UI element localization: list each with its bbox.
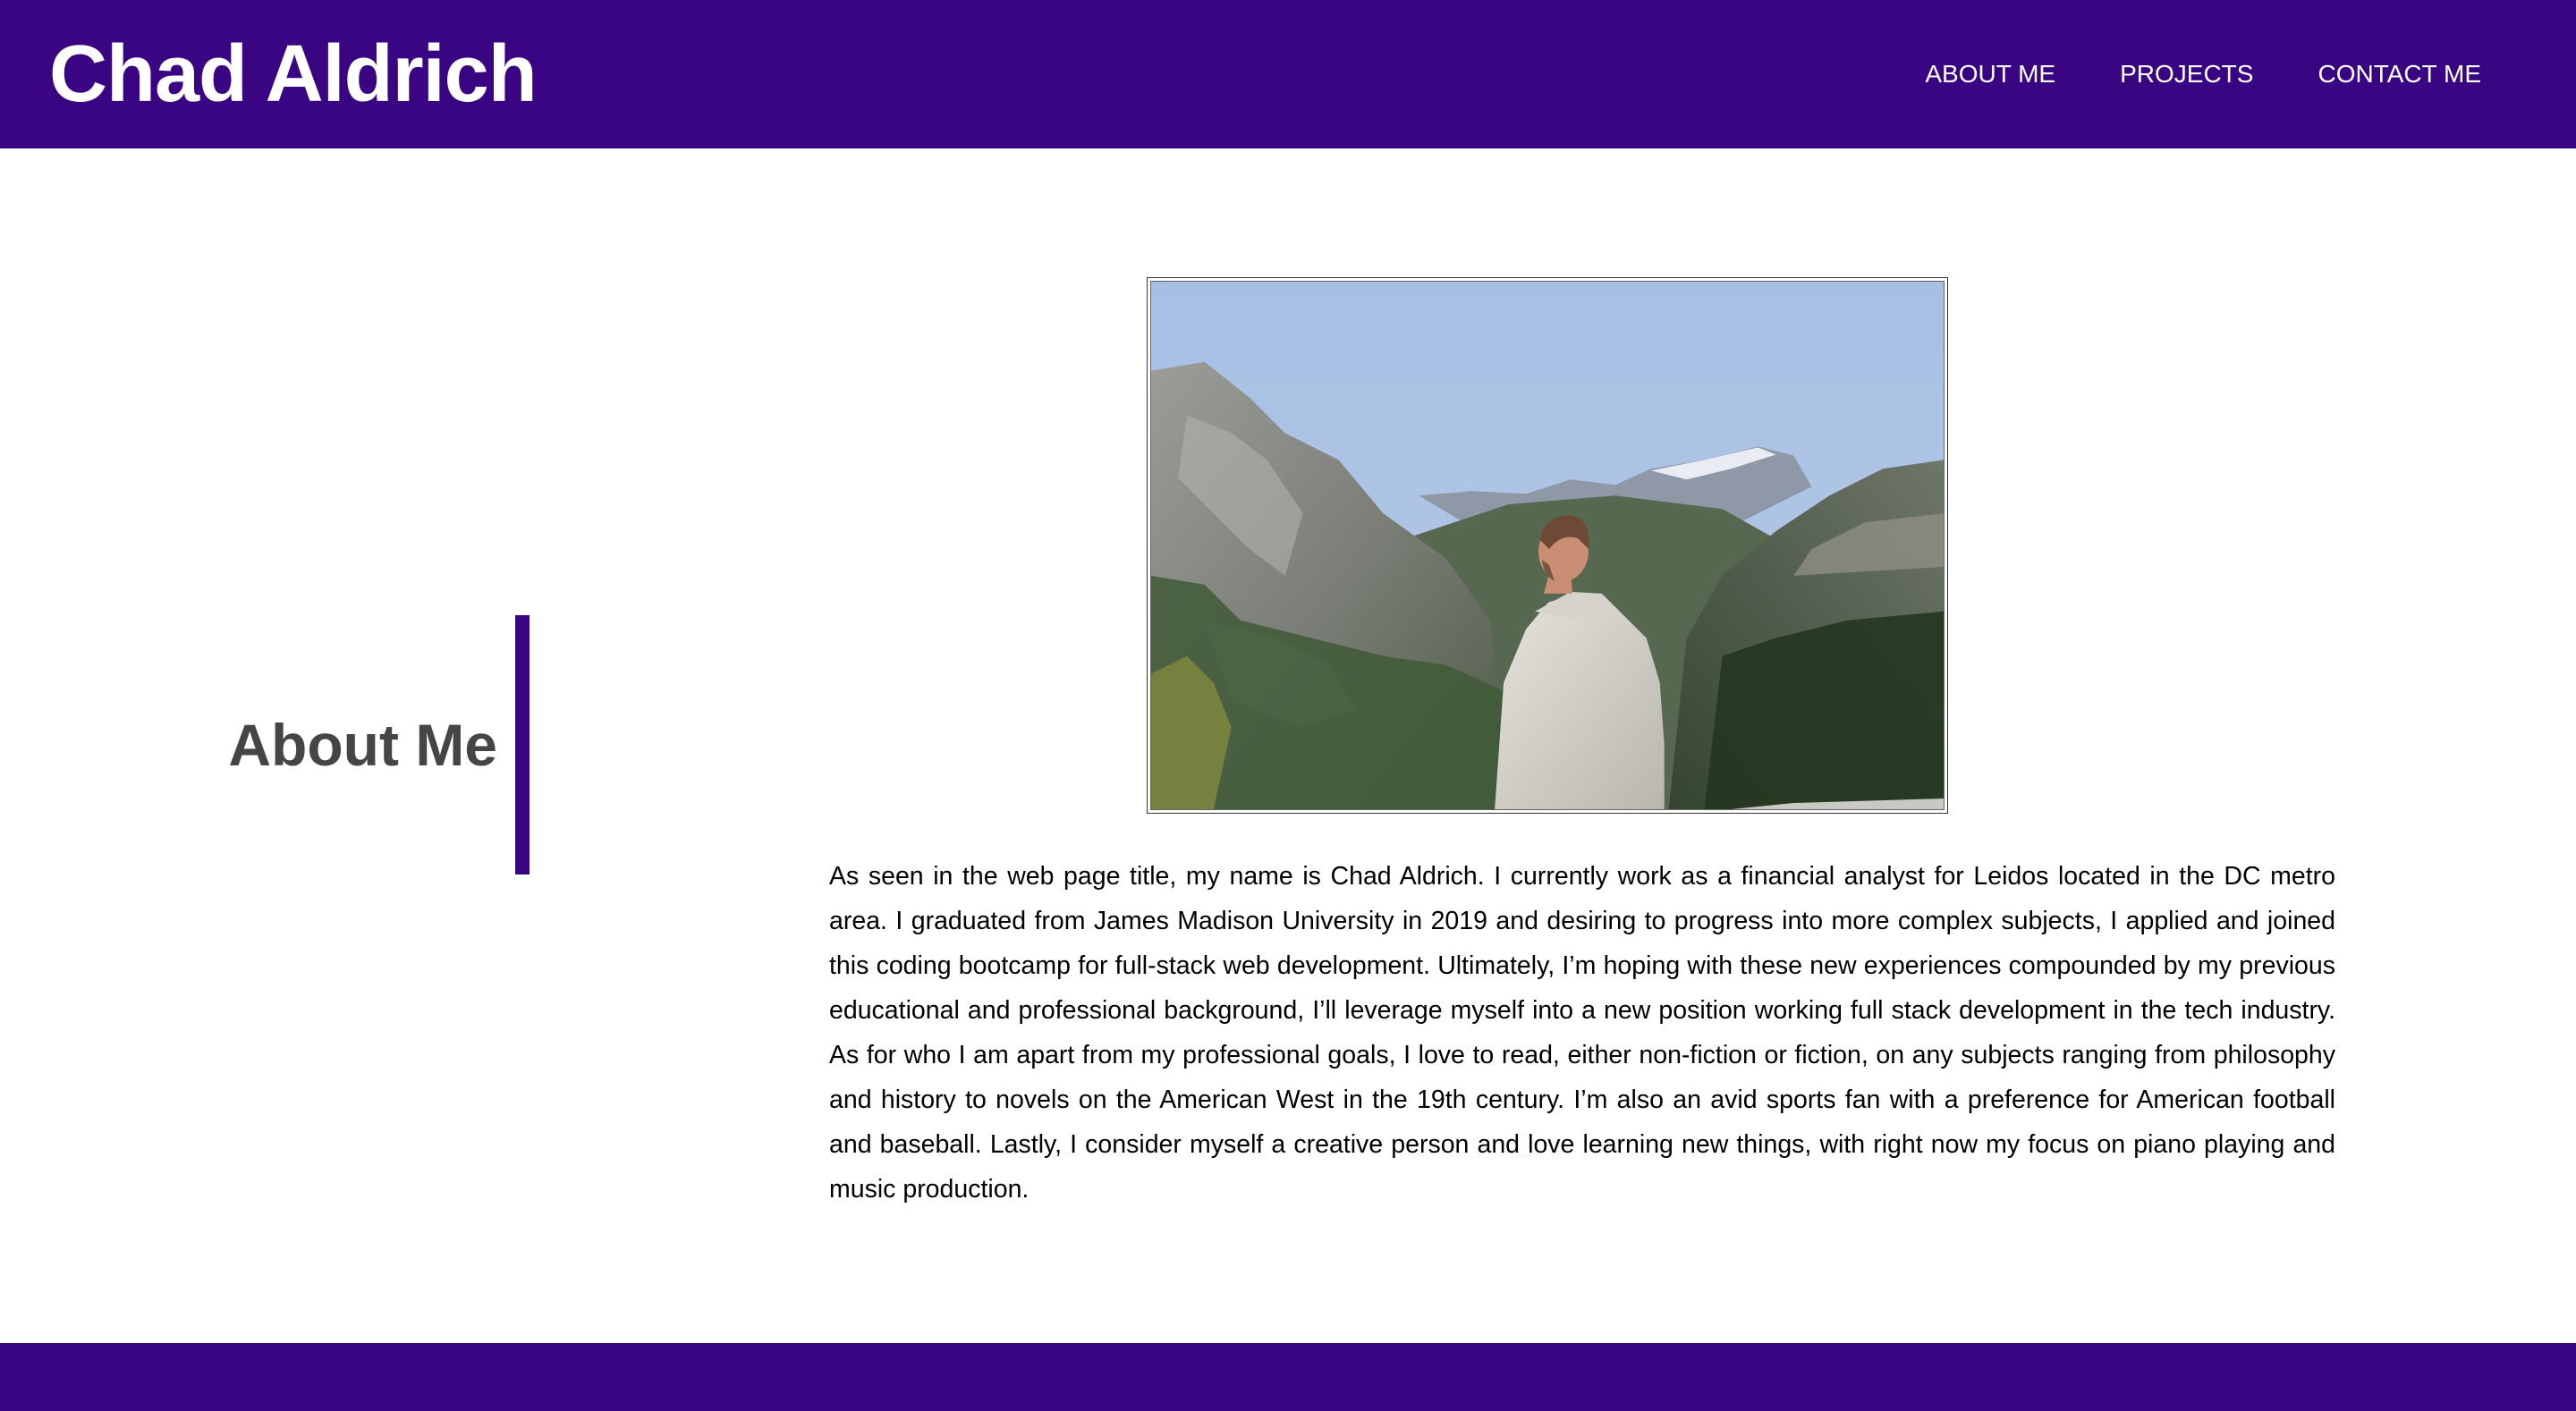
main-nav: ABOUT ME PROJECTS CONTACT ME	[1925, 0, 2481, 148]
nav-link-contact-me[interactable]: CONTACT ME	[2318, 60, 2481, 89]
nav-link-about-me[interactable]: ABOUT ME	[1925, 60, 2055, 89]
site-header: Chad Aldrich ABOUT ME PROJECTS CONTACT M…	[0, 0, 2576, 148]
site-title: Chad Aldrich	[49, 30, 538, 119]
profile-photo-frame	[1147, 277, 1948, 814]
nav-link-projects[interactable]: PROJECTS	[2120, 60, 2253, 89]
bio-paragraph: As seen in the web page title, my name i…	[829, 862, 2335, 1204]
site-footer	[0, 1343, 2576, 1411]
about-heading: About Me	[228, 712, 497, 778]
about-heading-block: About Me	[0, 615, 530, 874]
profile-photo	[1150, 281, 1945, 810]
heading-accent-bar	[515, 615, 530, 874]
